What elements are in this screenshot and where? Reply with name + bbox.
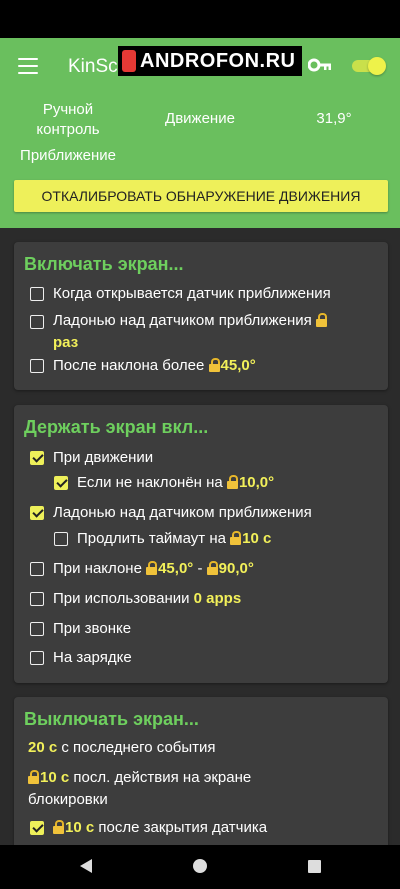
turn-on-card: Включать экран... Когда открывается датч… [14, 242, 388, 390]
lock-icon [53, 820, 64, 834]
item-label: Ладонью над датчиком приближения раз [53, 310, 328, 354]
item-label: При движении [53, 449, 154, 466]
item-label: При звонке [53, 620, 132, 637]
checkbox[interactable] [30, 562, 44, 576]
keep-on-card: Держать экран вкл... При движении Если н… [14, 405, 388, 683]
checkbox-checked[interactable] [30, 506, 44, 520]
checkbox[interactable] [30, 359, 44, 373]
keep-on-item-charging[interactable]: На зарядке [30, 647, 132, 669]
keep-on-subitem-not-tilted[interactable]: Если не наклонён на 10,0° [54, 472, 274, 494]
checkbox-checked[interactable] [30, 821, 44, 835]
manual-control-label[interactable]: Ручной контроль [30, 100, 106, 140]
home-circle-icon[interactable] [193, 859, 207, 873]
keep-on-subitem-extend-timeout[interactable]: Продлить таймаут на 10 с [54, 528, 271, 550]
item-label: На зарядке [53, 649, 132, 666]
turn-on-item-proximity-open[interactable]: Когда открывается датчик приближения [30, 283, 331, 305]
checkbox-checked[interactable] [54, 476, 68, 490]
recents-square-icon[interactable] [308, 860, 321, 873]
turn-off-item-lockscreen[interactable]: 10 с посл. действия на экране блокировки [28, 767, 251, 811]
turn-on-item-tilt[interactable]: После наклона более 45,0° [30, 355, 256, 377]
item-value: 45,0° [220, 357, 256, 374]
turn-off-title: Выключать экран... [24, 709, 199, 729]
master-toggle[interactable] [352, 57, 386, 75]
item-label: 10 с посл. действия на экране блокировки [28, 769, 252, 808]
lock-icon [146, 561, 158, 575]
checkbox[interactable] [30, 592, 44, 606]
watermark-text: ANDROFON.RU [140, 49, 296, 72]
item-value: 20 с [28, 739, 58, 756]
lock-icon [208, 358, 220, 372]
item-value: 45,0° [158, 560, 194, 577]
lock-icon [226, 475, 238, 489]
item-value: 0 apps [193, 590, 242, 607]
motion-label[interactable]: Движение [150, 109, 250, 129]
checkbox[interactable] [30, 287, 44, 301]
item-value: 10 с [40, 769, 70, 786]
item-value: 10,0° [238, 474, 275, 491]
item-label: Ладонью над датчиком приближения [53, 504, 312, 521]
item-label: Продлить таймаут на 10 с [77, 530, 272, 547]
calibrate-motion-button[interactable]: ОТКАЛИБРОВАТЬ ОБНАРУЖЕНИЕ ДВИЖЕНИЯ [14, 180, 388, 212]
turn-off-card: Выключать экран... 20 с с последнего соб… [14, 697, 388, 857]
lock-icon [315, 313, 327, 327]
keep-on-item-apps[interactable]: При использовании 0 apps [30, 588, 241, 610]
item-label: 10 с после закрытия датчика [53, 817, 267, 839]
item-label: При использовании 0 apps [53, 590, 242, 607]
item-label: 20 с с последнего события [28, 739, 216, 756]
lock-icon [230, 531, 242, 545]
checkbox[interactable] [30, 315, 44, 329]
item-value: раз [53, 334, 79, 351]
item-label: Когда открывается датчик приближения [53, 285, 331, 302]
item-label: При наклоне 45,0° - 90,0° [53, 560, 254, 577]
checkbox-checked[interactable] [30, 451, 44, 465]
keep-on-title: Держать экран вкл... [24, 417, 209, 437]
status-bar [0, 0, 400, 38]
angle-readout: 31,9° [316, 110, 352, 127]
item-value: 90,0° [218, 560, 254, 577]
turn-on-item-hand-wave[interactable]: Ладонью над датчиком приближения раз [30, 310, 380, 354]
item-value: 10 с [65, 819, 95, 836]
turn-off-item-since-event[interactable]: 20 с с последнего события [28, 737, 216, 759]
keep-on-item-hand-over[interactable]: Ладонью над датчиком приближения [30, 502, 312, 524]
turn-off-item-sensor-closed[interactable]: 10 с после закрытия датчика [30, 817, 267, 839]
checkbox[interactable] [30, 651, 44, 665]
lock-icon [206, 561, 218, 575]
toggle-thumb [368, 57, 386, 75]
lock-icon [28, 770, 39, 784]
proximity-label[interactable]: Приближение [8, 146, 128, 166]
checkbox[interactable] [54, 532, 68, 546]
item-label: Если не наклонён на 10,0° [77, 474, 275, 491]
turn-on-title: Включать экран... [24, 254, 184, 274]
phone-logo-icon [122, 50, 136, 72]
keep-on-item-motion[interactable]: При движении [30, 447, 153, 469]
item-value: 10 с [242, 530, 272, 547]
hamburger-menu-icon[interactable] [18, 58, 38, 74]
item-label: После наклона более 45,0° [53, 357, 256, 374]
back-triangle-icon[interactable] [80, 859, 92, 873]
keep-on-item-tilt[interactable]: При наклоне 45,0° - 90,0° [30, 558, 254, 580]
key-icon[interactable] [308, 58, 332, 72]
keep-on-item-call[interactable]: При звонке [30, 618, 131, 640]
checkbox[interactable] [30, 622, 44, 636]
watermark-logo: ANDROFON.RU [118, 46, 302, 76]
